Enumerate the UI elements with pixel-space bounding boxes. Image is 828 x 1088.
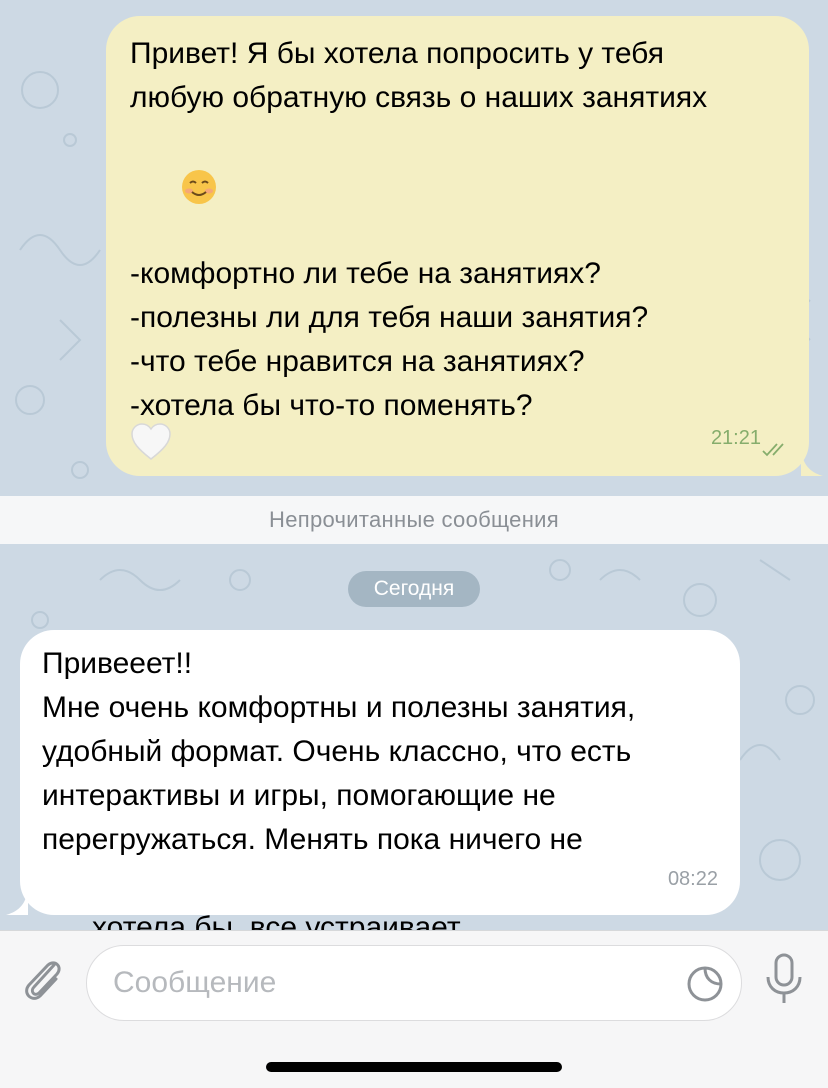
message-text-line: -полезны ли для тебя наши занятия? [130,301,649,334]
message-text-line: интерактивы и игры, помогающие не [42,779,556,812]
message-text-line: Привет! Я бы хотела попросить у тебя [130,37,664,70]
white-heart-icon[interactable] [130,422,172,462]
message-text-line: -что тебе нравится на занятиях? [130,345,585,378]
paperclip-icon[interactable] [20,955,64,1007]
message-time: 21:21 [710,427,761,449]
read-checkmarks-icon [762,443,784,457]
message-time: 08:22 [667,868,718,890]
message-text-line: Мне очень комфортны и полезны занятия, [42,691,636,724]
message-text-line: любую обратную связь о наших занятиях [130,81,708,114]
date-header: Сегодня [348,571,480,607]
message-input[interactable]: Сообщение [86,945,742,1021]
home-indicator [266,1062,562,1072]
message-text-line: удобный формат. Очень классно, что есть [42,735,632,768]
chat-background: Привет! Я бы хотела попросить у тебя люб… [0,0,828,930]
message-text-line: -хотела бы что-то поменять? [130,389,533,422]
microphone-icon[interactable] [764,953,804,1009]
bubble-tail [801,450,823,476]
message-text-line: Привееет!! [42,647,193,680]
message-input-placeholder: Сообщение [113,966,277,999]
message-text-line: перегружаться. Менять пока ничего не [42,823,583,856]
bubble-tail [6,889,28,915]
message-text-line: хотела бы, все устраивает [92,911,461,930]
unread-messages-separator: Непрочитанные сообщения [0,496,828,544]
smiling-face-icon [130,120,789,252]
message-text-line: -комфортно ли тебе на занятиях? [130,257,601,290]
outgoing-message-bubble[interactable]: Привет! Я бы хотела попросить у тебя люб… [106,16,823,476]
sticker-icon[interactable] [685,964,725,1004]
incoming-message-bubble[interactable]: Привееет!! Мне очень комфортны и полезны… [6,630,740,930]
